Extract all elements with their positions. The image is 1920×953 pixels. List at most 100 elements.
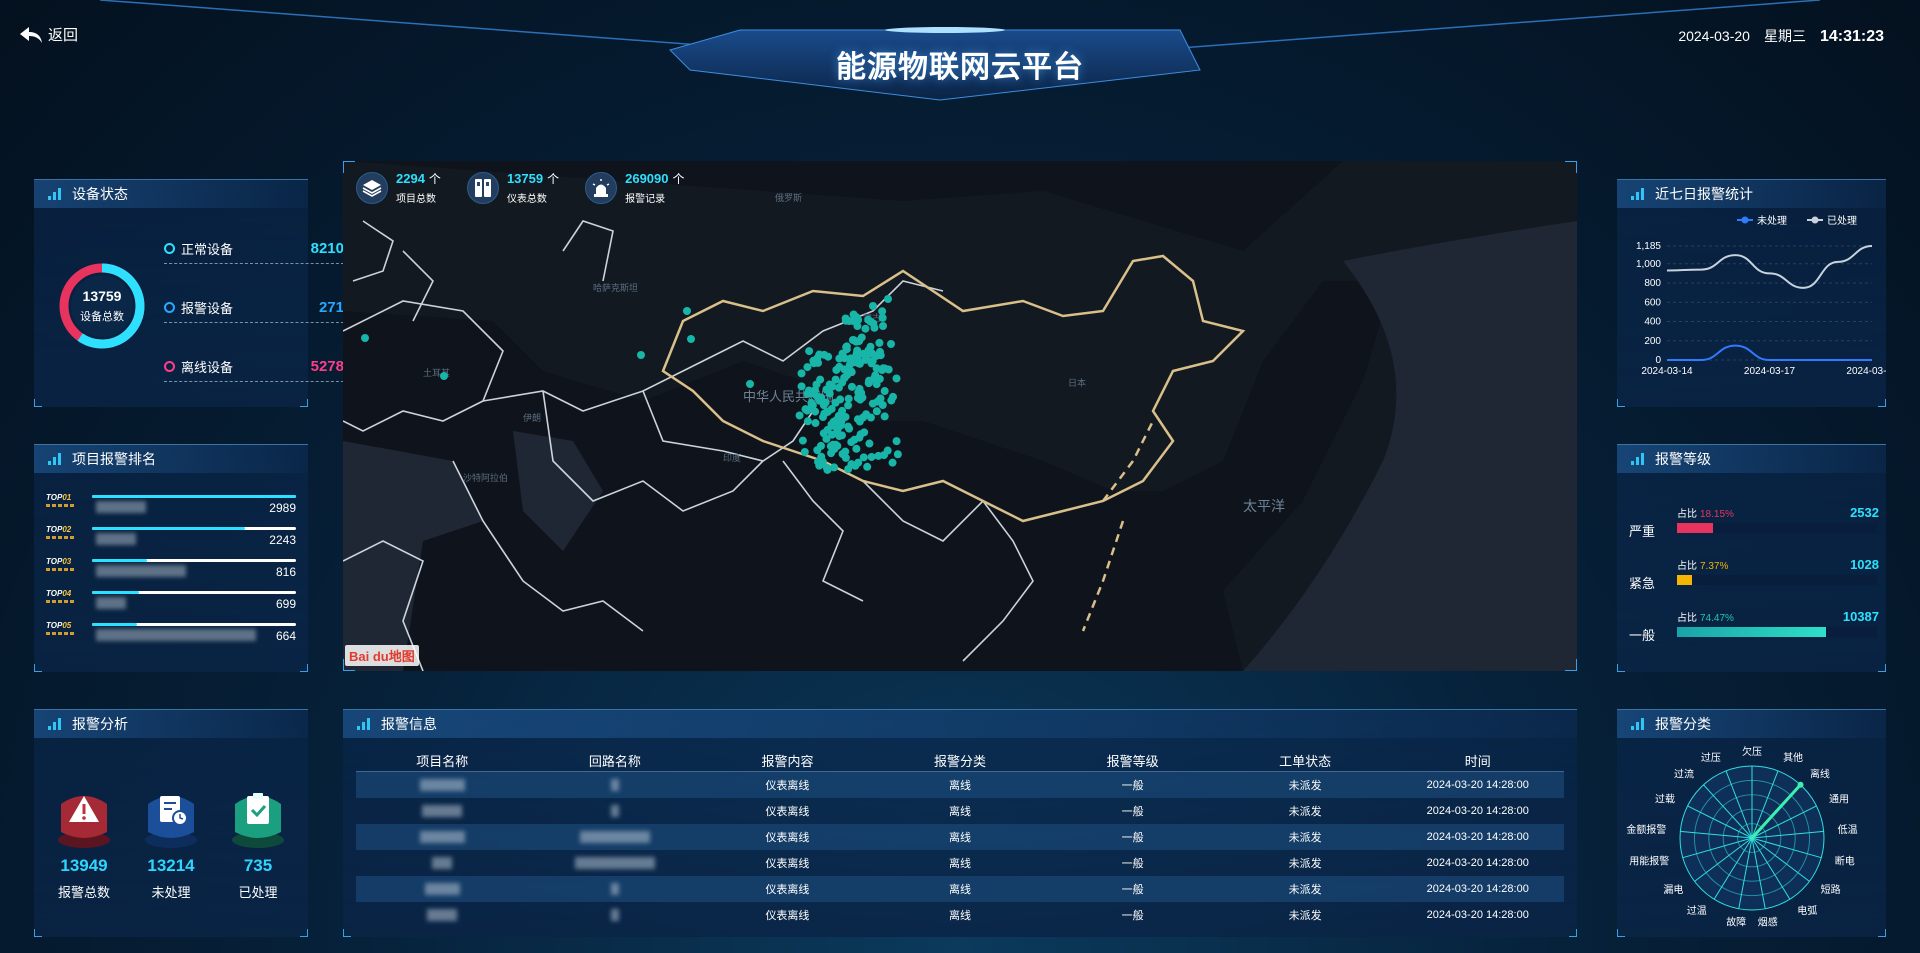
project-location-dot[interactable] — [835, 362, 844, 371]
rank-row[interactable]: TOP03 816 — [46, 557, 296, 583]
project-location-dot[interactable] — [878, 400, 887, 409]
project-location-dot[interactable] — [878, 366, 887, 375]
project-location-dot[interactable] — [880, 412, 889, 421]
project-location-dot[interactable] — [833, 441, 842, 450]
rank-row[interactable]: TOP04 699 — [46, 589, 296, 615]
project-location-dot[interactable] — [805, 347, 814, 356]
alarm-processed[interactable]: 735 已处理 — [218, 782, 298, 901]
alarm-level-row[interactable]: 紧急 占比 7.37% 1028 — [1629, 557, 1879, 597]
project-location-dot[interactable] — [864, 315, 873, 324]
alarm-level-row[interactable]: 一般 占比 74.47% 10387 — [1629, 609, 1879, 649]
project-location-dot[interactable] — [828, 382, 837, 391]
table-row[interactable]: 仪表离线 离线 一般 未派发 2024-03-20 14:28:00 — [356, 772, 1564, 798]
project-location-dot[interactable] — [815, 350, 824, 359]
project-location-dot[interactable] — [861, 324, 870, 333]
project-location-dot[interactable] — [822, 434, 831, 443]
project-location-dot[interactable] — [849, 310, 858, 319]
project-location-dot[interactable] — [820, 409, 829, 418]
project-location-dot[interactable] — [872, 407, 881, 416]
column-header[interactable]: 报警内容 — [701, 751, 874, 770]
project-location-dot[interactable] — [846, 354, 855, 363]
project-location-dot[interactable] — [892, 374, 901, 383]
table-row[interactable]: 仪表离线 离线 一般 未派发 2024-03-20 14:28:00 — [356, 850, 1564, 876]
project-location-dot[interactable] — [880, 387, 889, 396]
project-location-dot[interactable] — [803, 417, 812, 426]
project-location-dot[interactable] — [844, 422, 853, 431]
column-header[interactable]: 工单状态 — [1219, 751, 1392, 770]
alarm-total[interactable]: 13949 报警总数 — [44, 782, 124, 901]
project-location-dot[interactable] — [798, 436, 807, 445]
project-location-dot[interactable] — [854, 359, 863, 368]
project-location-dot[interactable] — [878, 307, 887, 316]
rank-row[interactable]: TOP02 2243 — [46, 525, 296, 551]
alarm-level-row[interactable]: 严重 占比 18.15% 2532 — [1629, 505, 1879, 545]
table-row[interactable]: 仪表离线 离线 一般 未派发 2024-03-20 14:28:00 — [356, 824, 1564, 850]
project-location-dot[interactable] — [888, 458, 897, 467]
project-location-dot[interactable] — [831, 398, 840, 407]
project-location-dot[interactable] — [818, 457, 827, 466]
status-offline[interactable]: 离线设备 5278 — [164, 352, 344, 382]
project-location-dot[interactable] — [797, 369, 806, 378]
project-location-dot[interactable] — [844, 465, 853, 474]
project-location-dot[interactable] — [813, 392, 822, 401]
column-header[interactable]: 报警分类 — [874, 751, 1047, 770]
column-header[interactable]: 项目名称 — [356, 751, 529, 770]
project-location-dot[interactable] — [811, 407, 820, 416]
project-location-dot[interactable] — [842, 345, 851, 354]
project-location-dot[interactable] — [795, 411, 804, 420]
project-location-dot[interactable] — [746, 380, 754, 388]
project-location-dot[interactable] — [440, 372, 448, 380]
rank-row[interactable]: TOP01 2989 — [46, 493, 296, 519]
project-location-dot[interactable] — [813, 446, 822, 455]
project-location-dot[interactable] — [867, 452, 876, 461]
project-location-dot[interactable] — [840, 373, 849, 382]
column-header[interactable]: 回路名称 — [529, 751, 702, 770]
project-location-dot[interactable] — [800, 447, 809, 456]
project-location-dot[interactable] — [841, 314, 850, 323]
project-location-dot[interactable] — [884, 295, 892, 303]
project-location-dot[interactable] — [887, 396, 896, 405]
project-location-dot[interactable] — [870, 323, 879, 332]
project-location-dot[interactable] — [887, 340, 895, 348]
project-location-dot[interactable] — [893, 450, 902, 459]
project-location-dot[interactable] — [872, 380, 881, 389]
table-row[interactable]: 仪表离线 离线 一般 未派发 2024-03-20 14:28:00 — [356, 798, 1564, 824]
project-location-dot[interactable] — [835, 432, 844, 441]
project-location-dot[interactable] — [687, 335, 695, 343]
project-location-dot[interactable] — [811, 419, 820, 428]
column-header[interactable]: 时间 — [1391, 751, 1564, 770]
project-location-dot[interactable] — [879, 322, 887, 330]
project-location-dot[interactable] — [880, 451, 889, 460]
project-location-dot[interactable] — [361, 334, 369, 342]
project-location-dot[interactable] — [797, 382, 806, 391]
map-view[interactable]: 俄罗斯 哈萨克斯坦 蒙古 伊朗 印度 沙特阿拉伯 土耳其 日本 中华人民共和国 … — [343, 161, 1577, 671]
project-location-dot[interactable] — [864, 376, 873, 385]
project-location-dot[interactable] — [810, 359, 819, 368]
project-location-dot[interactable] — [850, 435, 859, 444]
baidu-map-logo[interactable]: Bai du地图 — [345, 645, 419, 666]
project-location-dot[interactable] — [871, 371, 880, 380]
table-row[interactable]: 仪表离线 离线 一般 未派发 2024-03-20 14:28:00 — [356, 902, 1564, 928]
project-location-dot[interactable] — [834, 383, 843, 392]
project-location-dot[interactable] — [868, 349, 877, 358]
project-location-dot[interactable] — [855, 384, 864, 393]
project-location-dot[interactable] — [856, 430, 865, 439]
project-location-dot[interactable] — [859, 453, 868, 462]
project-location-dot[interactable] — [683, 307, 691, 315]
status-alarm[interactable]: 报警设备 271 — [164, 293, 344, 323]
project-location-dot[interactable] — [875, 350, 884, 359]
project-location-dot[interactable] — [834, 423, 843, 432]
project-location-dot[interactable] — [848, 335, 857, 344]
project-location-dot[interactable] — [804, 386, 813, 395]
project-location-dot[interactable] — [847, 382, 856, 391]
project-location-dot[interactable] — [841, 453, 850, 462]
project-location-dot[interactable] — [875, 338, 884, 347]
project-location-dot[interactable] — [827, 420, 836, 429]
rank-row[interactable]: TOP05 664 — [46, 621, 296, 647]
project-location-dot[interactable] — [858, 393, 867, 402]
project-location-dot[interactable] — [865, 439, 874, 448]
project-location-dot[interactable] — [853, 346, 862, 355]
project-location-dot[interactable] — [863, 462, 872, 471]
project-location-dot[interactable] — [892, 437, 901, 446]
status-normal[interactable]: 正常设备 8210 — [164, 234, 344, 264]
